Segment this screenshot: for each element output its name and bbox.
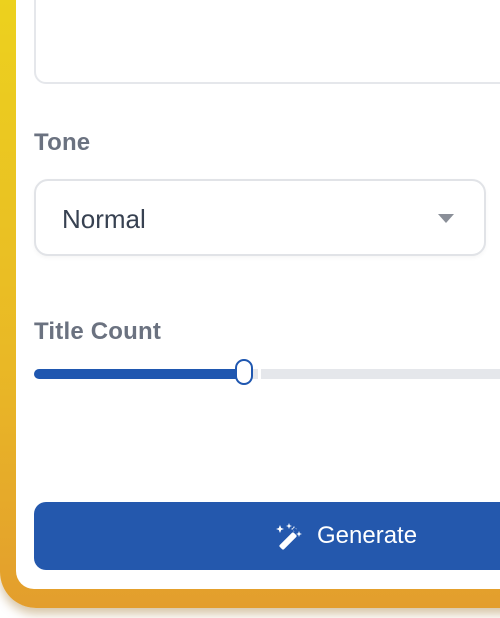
chevron-down-icon	[438, 214, 454, 223]
title-count-slider[interactable]	[34, 356, 500, 394]
generate-button-label: Generate	[317, 522, 418, 549]
magic-wand-icon	[276, 523, 302, 550]
tone-select-value: Normal	[62, 204, 146, 234]
form-card: Tone Normal Title Count Generate	[16, 0, 500, 589]
title-count-label: Title Count	[34, 318, 162, 345]
slider-thumb[interactable]	[235, 359, 253, 385]
slider-fill	[34, 369, 239, 379]
slider-tick	[258, 369, 261, 379]
tone-select[interactable]: Normal	[34, 179, 486, 256]
generate-button[interactable]: Generate	[34, 502, 500, 570]
tone-label: Tone	[34, 129, 91, 156]
text-area[interactable]	[34, 0, 500, 84]
